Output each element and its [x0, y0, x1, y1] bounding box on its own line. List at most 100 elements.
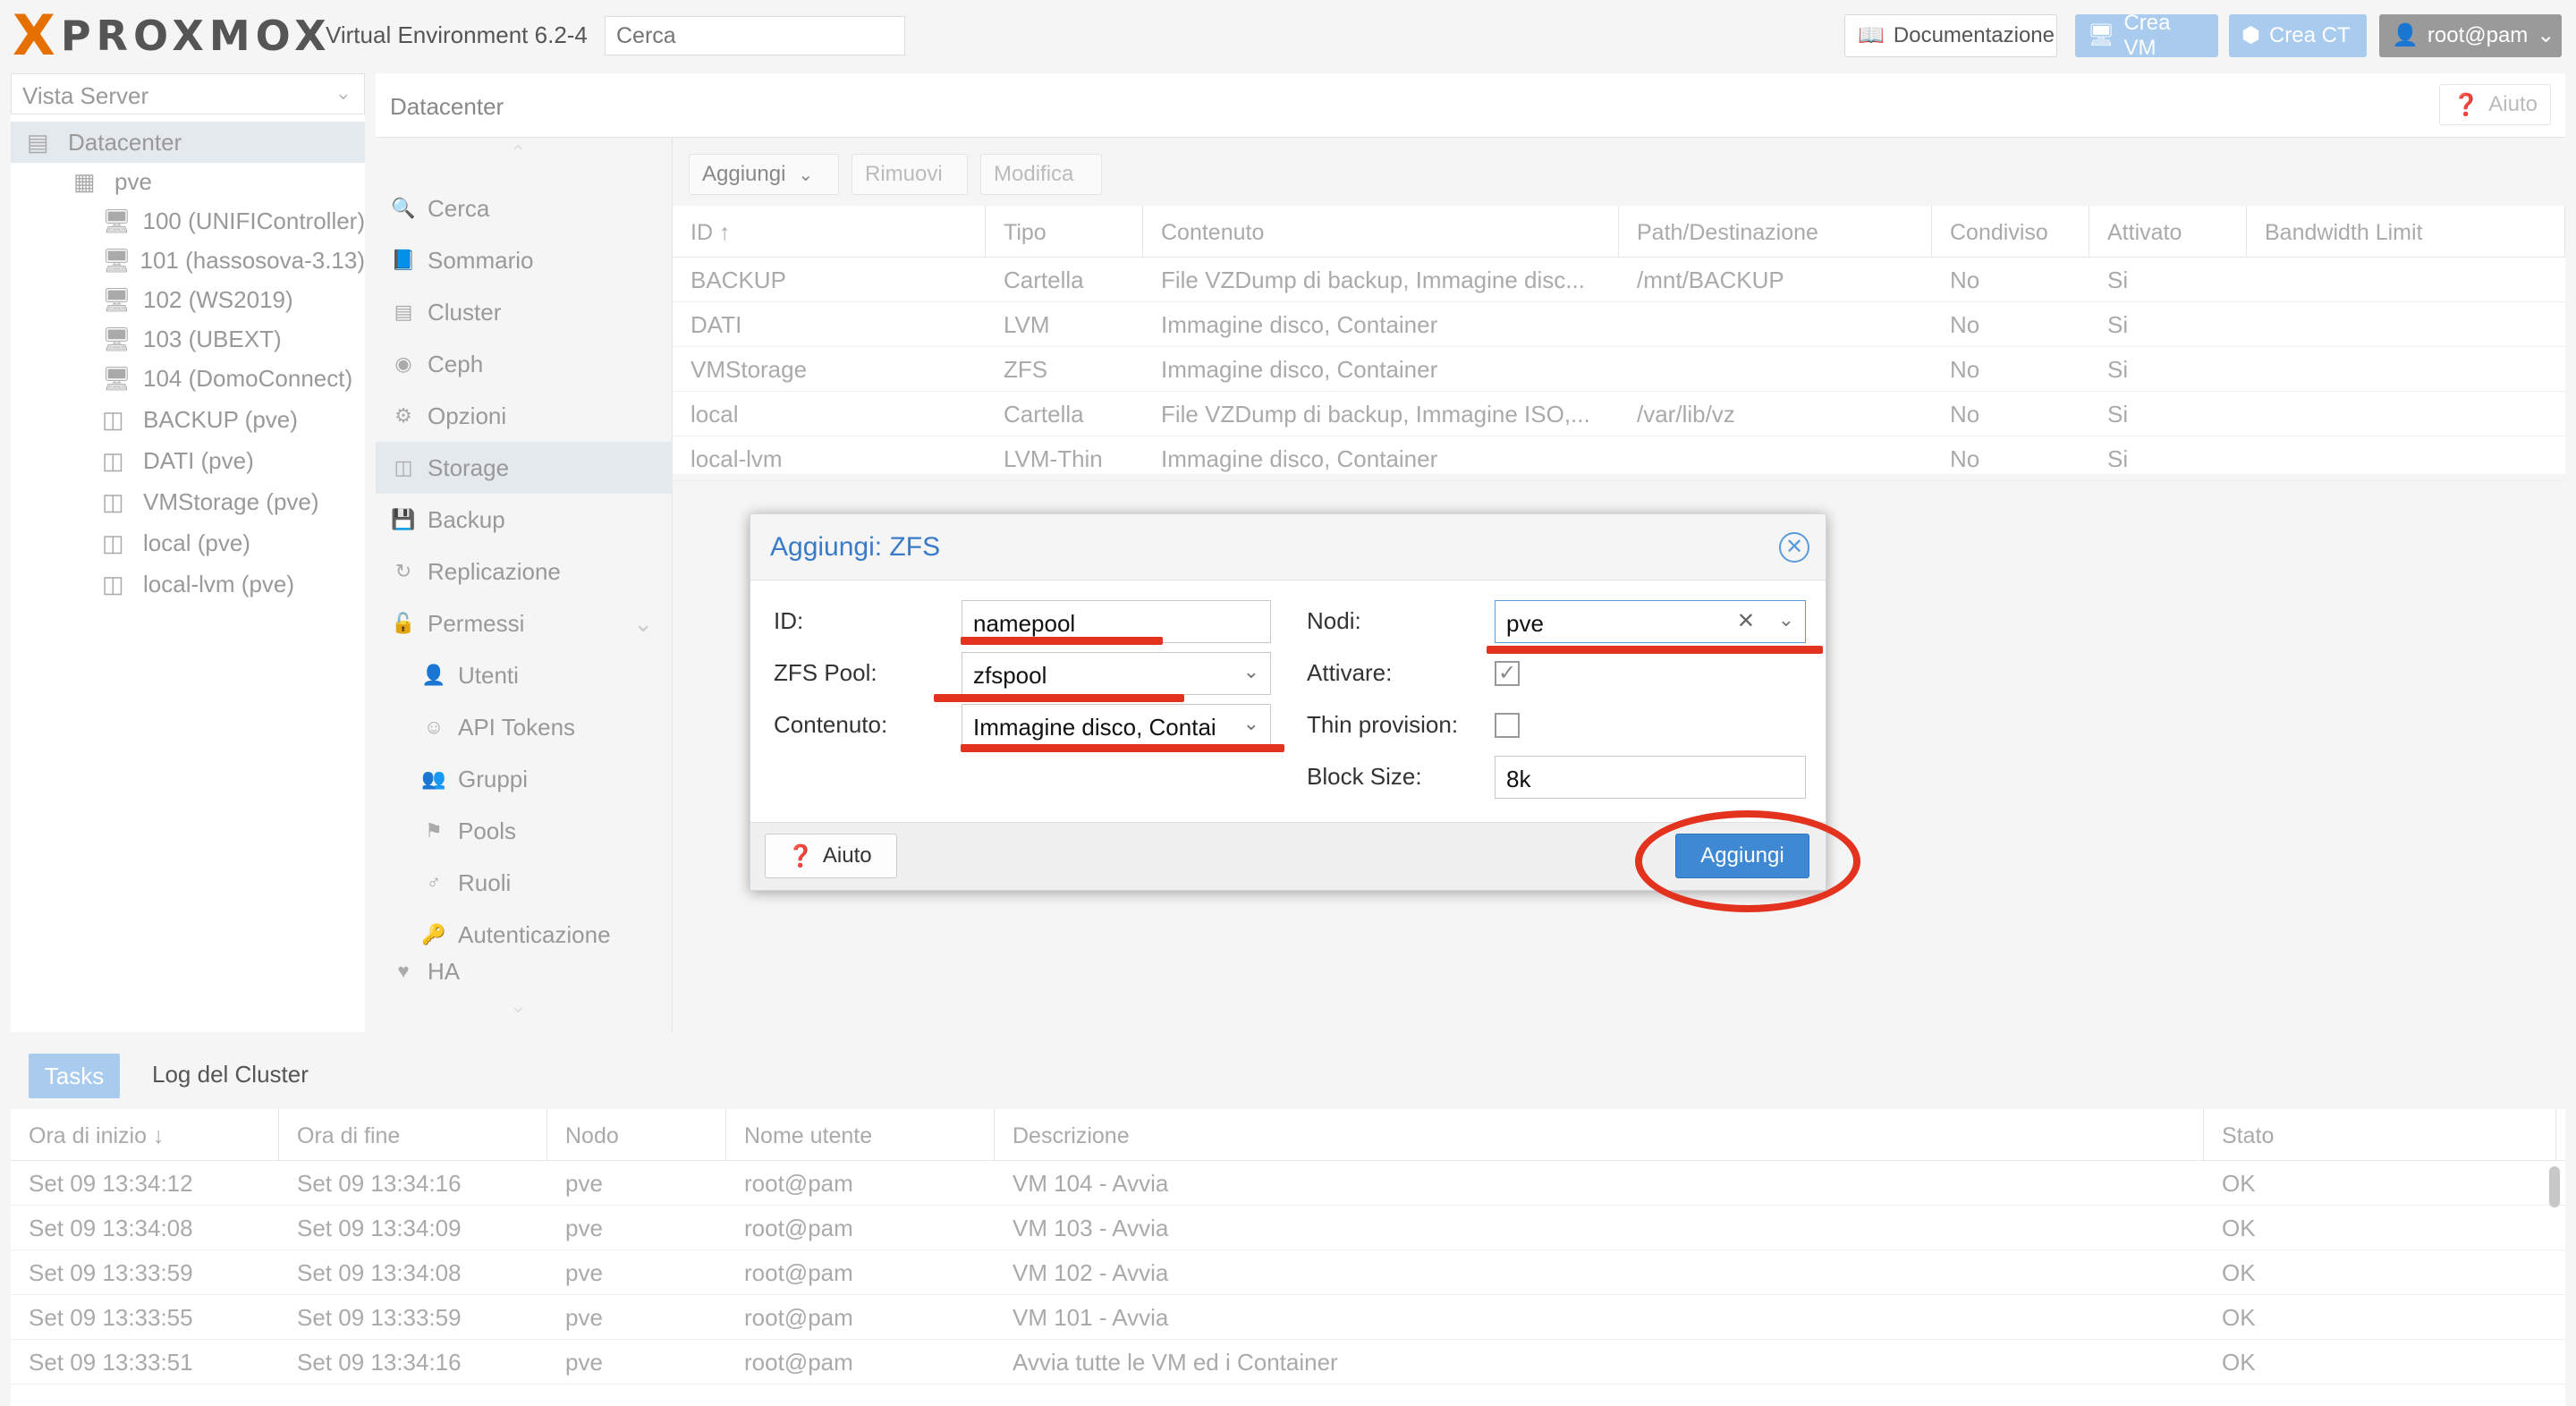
table-cell: root@pam	[744, 1304, 853, 1331]
tree-item[interactable]: ◫ BACKUP (pve)	[11, 399, 365, 440]
scroll-down-icon[interactable]: ⌄	[510, 995, 526, 1018]
dialog-title: Aggiungi: ZFS ✕	[750, 514, 1826, 580]
tree-item[interactable]: ◫ local-lvm (pve)	[11, 563, 365, 605]
nav-item-pools[interactable]: ⚑ Pools	[376, 805, 673, 857]
tab-tasks[interactable]: Tasks	[29, 1054, 120, 1098]
block-size-field[interactable]: 8k	[1495, 756, 1806, 799]
tree-item[interactable]: ◫ local (pve)	[11, 522, 365, 563]
table-row[interactable]: Set 09 13:34:12 Set 09 13:34:16 pve root@pa…	[11, 1161, 2565, 1206]
search-input[interactable]	[605, 16, 905, 55]
remove-storage-button[interactable]: Rimuovi	[852, 154, 968, 195]
create-ct-button[interactable]: ⬢ Crea CT	[2229, 14, 2367, 57]
column-header[interactable]: Nodo	[547, 1109, 726, 1161]
table-row[interactable]: Set 09 13:33:51 Set 09 13:34:16 pve root@pa…	[11, 1340, 2565, 1385]
gear-icon: ⚙	[394, 404, 412, 427]
column-header[interactable]: Descrizione	[995, 1109, 2204, 1161]
tree-item[interactable]: ▦ pve	[11, 161, 365, 202]
add-storage-button[interactable]: Aggiungi ⌄	[689, 154, 839, 195]
nav-item-ruoli[interactable]: ♂ Ruoli	[376, 857, 673, 909]
help-button[interactable]: ❓ Aiuto	[2439, 84, 2551, 125]
heartbeat-icon: ♥	[397, 961, 410, 982]
resource-tree-panel: Vista Server ⌄ ▤ Datacenter ▦ pve 🖥 100 (UNIF…	[11, 73, 365, 1032]
table-row[interactable]: Set 09 13:34:08 Set 09 13:34:09 pve root@pa…	[11, 1206, 2565, 1250]
nav-item-sommario[interactable]: 📘 Sommario	[376, 234, 673, 286]
question-circle-icon: ❓	[787, 843, 814, 868]
column-header[interactable]: Nome utente	[726, 1109, 995, 1161]
dialog-help-button[interactable]: ❓ Aiuto	[765, 834, 897, 878]
thin-provision-label: Thin provision:	[1307, 711, 1459, 738]
column-header[interactable]: Tipo	[986, 206, 1143, 258]
documentation-button[interactable]: 📖 Documentazione	[1844, 14, 2057, 57]
nodes-select[interactable]: pve ✕ ⌄	[1495, 600, 1806, 643]
tree-item[interactable]: 🖥 101 (hassosova-3.13)	[11, 240, 365, 281]
table-cell: No	[1950, 267, 1980, 293]
create-vm-button[interactable]: 🖥 Crea VM	[2075, 11, 2218, 60]
nav-item-storage[interactable]: ◫ Storage	[376, 442, 673, 494]
nav-item-replicazione[interactable]: ↻ Replicazione	[376, 546, 673, 597]
desktop-icon: 🖥	[2088, 23, 2115, 47]
tree-item[interactable]: 🖥 104 (DomoConnect)	[11, 358, 365, 399]
nav-item-cerca[interactable]: 🔍 Cerca	[376, 182, 673, 234]
tree-item[interactable]: ▤ Datacenter	[11, 122, 365, 163]
column-header[interactable]: Ora di inizio ↓	[11, 1109, 279, 1161]
enable-checkbox[interactable]: ✓	[1495, 661, 1520, 686]
scroll-up-icon[interactable]: ⌃	[510, 141, 526, 165]
tree-item[interactable]: ◫ DATI (pve)	[11, 440, 365, 481]
tasks-grid-header: Ora di inizio ↓ Ora di fine Nodo Nome utent…	[11, 1109, 2565, 1161]
content-header: Datacenter ❓ Aiuto	[376, 73, 2565, 138]
chevron-down-icon: ⌄	[633, 609, 653, 637]
tree-item[interactable]: ◫ VMStorage (pve)	[11, 481, 365, 522]
table-cell: Immagine disco, Container	[1161, 445, 1438, 472]
thin-provision-checkbox[interactable]	[1495, 713, 1520, 738]
table-row[interactable]: BACKUP Cartella File VZDump di backup, Imm…	[673, 258, 2565, 302]
nav-item-backup[interactable]: 💾 Backup	[376, 494, 673, 546]
tasks-scrollbar[interactable]	[2549, 1166, 2560, 1207]
table-row[interactable]: Set 09 13:33:59 Set 09 13:34:08 pve root@pa…	[11, 1250, 2565, 1295]
nav-item-ceph[interactable]: ◉ Ceph	[376, 338, 673, 390]
column-header[interactable]: Ora di fine	[279, 1109, 547, 1161]
nav-item-utenti[interactable]: 👤 Utenti	[376, 649, 673, 701]
nav-item-permessi[interactable]: 🔓 Permessi ⌄	[376, 597, 673, 649]
tree-item[interactable]: 🖥 102 (WS2019)	[11, 279, 365, 320]
table-cell: File VZDump di backup, Immagine ISO,...	[1161, 401, 1590, 428]
table-row[interactable]: local Cartella File VZDump di backup, Imma…	[673, 392, 2565, 436]
tree-item[interactable]: 🖥 100 (UNIFIController)	[11, 200, 365, 241]
clear-icon[interactable]: ✕	[1737, 608, 1755, 634]
column-header[interactable]: Bandwidth Limit	[2247, 206, 2565, 258]
close-icon[interactable]: ✕	[1779, 532, 1809, 563]
nav-item-opzioni[interactable]: ⚙ Opzioni	[376, 390, 673, 442]
user-menu-button[interactable]: 👤 root@pam ⌄	[2379, 14, 2562, 57]
question-circle-icon: ❓	[2453, 92, 2480, 117]
vm-running-icon: 🖥	[102, 326, 132, 352]
table-cell: OK	[2222, 1349, 2256, 1376]
column-header[interactable]: Contenuto	[1143, 206, 1619, 258]
table-cell: Set 09 13:34:12	[29, 1170, 193, 1197]
book-icon: 📖	[1858, 23, 1885, 47]
nav-item-ha[interactable]: ♥ HA	[376, 961, 673, 982]
table-cell: Set 09 13:33:59	[297, 1304, 462, 1331]
table-cell: Set 09 13:33:51	[29, 1349, 193, 1376]
view-selector[interactable]: Vista Server ⌄	[11, 73, 365, 114]
content-select[interactable]: Immagine disco, Contai ⌄	[962, 704, 1271, 747]
nav-item-cluster[interactable]: ▤ Cluster	[376, 286, 673, 338]
tree-item[interactable]: 🖥 103 (UBEXT)	[11, 318, 365, 360]
column-header[interactable]: Attivato	[2089, 206, 2247, 258]
nav-item-autenticazione[interactable]: 🔑 Autenticazione	[376, 909, 673, 961]
nav-item-api-tokens[interactable]: ☺ API Tokens	[376, 701, 673, 753]
table-row[interactable]: VMStorage ZFS Immagine disco, Container No S…	[673, 347, 2565, 392]
chevron-down-icon: ⌄	[1242, 712, 1259, 734]
table-row[interactable]: local-lvm LVM-Thin Immagine disco, Contain…	[673, 436, 2565, 481]
table-cell: Si	[2107, 311, 2129, 338]
table-row[interactable]: DATI LVM Immagine disco, Container No Si	[673, 302, 2565, 347]
storage-icon: ◫	[102, 571, 124, 597]
table-cell: root@pam	[744, 1259, 853, 1286]
zfs-pool-select[interactable]: zfspool ⌄	[962, 652, 1271, 695]
table-row[interactable]: Set 09 13:33:55 Set 09 13:33:59 pve root@pa…	[11, 1295, 2565, 1340]
edit-storage-button[interactable]: Modifica	[980, 154, 1102, 195]
column-header[interactable]: Path/Destinazione	[1619, 206, 1932, 258]
tab-cluster-log[interactable]: Log del Cluster	[152, 1061, 309, 1088]
column-header[interactable]: Stato	[2204, 1109, 2556, 1161]
column-header[interactable]: ID ↑	[673, 206, 986, 258]
nav-item-gruppi[interactable]: 👥 Gruppi	[376, 753, 673, 805]
column-header[interactable]: Condiviso	[1932, 206, 2089, 258]
